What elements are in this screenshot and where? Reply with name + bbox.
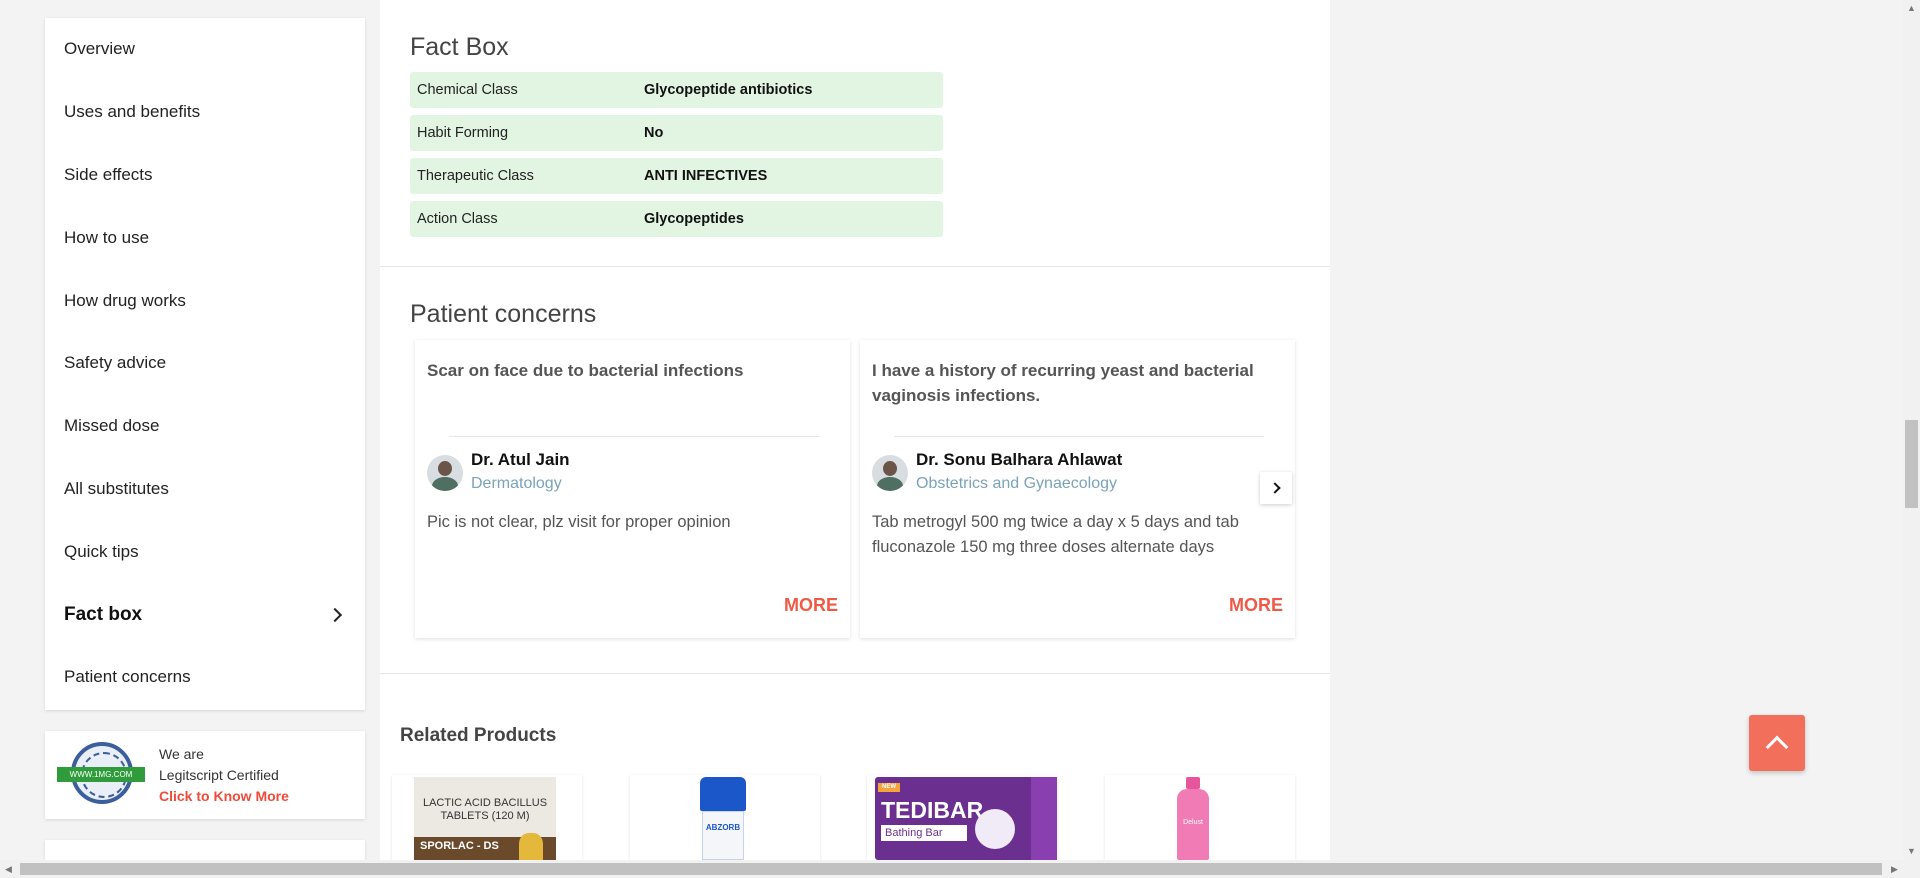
fact-row: Habit Forming No [410, 115, 943, 151]
fact-value: ANTI INFECTIVES [644, 168, 768, 184]
fact-key: Habit Forming [417, 125, 509, 141]
nav-item-label: Side effects [64, 164, 153, 184]
nav-item-label: Quick tips [64, 541, 139, 561]
vertical-scrollbar-thumb[interactable] [1905, 420, 1918, 508]
doctor-specialty: Dermatology [471, 475, 562, 492]
nav-item-how-to-use[interactable]: How to use [45, 206, 365, 269]
scroll-right-arrow-icon[interactable]: ▶ [1886, 861, 1903, 878]
doctor-avatar [427, 455, 463, 491]
legitscript-link[interactable]: Click to Know More [159, 786, 289, 807]
nav-item-all-substitutes[interactable]: All substitutes [45, 458, 365, 521]
product-label: LACTIC ACID BACILLUS TABLETS (120 M) [422, 797, 548, 822]
nav-item-fact-box[interactable]: Fact box [45, 583, 365, 646]
more-link[interactable]: MORE [1229, 595, 1283, 616]
nav-item-overview[interactable]: Overview [45, 18, 365, 81]
more-link[interactable]: MORE [784, 595, 838, 616]
nav-item-label: How to use [64, 227, 150, 247]
doctor-answer: Pic is not clear, plz visit for proper o… [427, 513, 731, 531]
concern-card[interactable]: I have a history of recurring yeast and … [860, 340, 1295, 638]
product-card[interactable]: LACTIC ACID BACILLUS TABLETS (120 M) SPO… [392, 775, 582, 860]
scroll-left-arrow-icon[interactable]: ◀ [0, 861, 17, 878]
scroll-down-arrow-icon[interactable]: ▼ [1903, 843, 1920, 860]
product-card[interactable]: NEW TEDIBAR Bathing Bar [867, 775, 1057, 860]
legitscript-seal-icon: WWW.1MG.COM [57, 742, 145, 808]
new-badge: NEW [878, 783, 900, 792]
patient-concerns-title: Patient concerns [410, 300, 597, 328]
section-nav: Overview Uses and benefits Side effects … [45, 18, 365, 710]
nav-item-label: Uses and benefits [64, 102, 201, 122]
nav-item-label: How drug works [64, 290, 186, 310]
nav-item-missed-dose[interactable]: Missed dose [45, 395, 365, 458]
product-image: Delust [1173, 777, 1213, 860]
seal-text: WWW.1MG.COM [57, 767, 145, 782]
nav-item-patient-concerns[interactable]: Patient concerns [45, 646, 365, 709]
product-image: ABZORB [700, 777, 746, 860]
chevron-up-icon [1765, 735, 1789, 759]
nav-item-side-effects[interactable]: Side effects [45, 144, 365, 207]
concern-question: I have a history of recurring yeast and … [872, 361, 1254, 405]
doctor-avatar [872, 455, 908, 491]
nav-item-label: Fact box [64, 603, 143, 625]
fact-box-title: Fact Box [410, 33, 509, 61]
chevron-right-icon [1268, 482, 1281, 494]
concern-card[interactable]: Scar on face due to bacterial infections… [415, 340, 850, 638]
card-divider [449, 436, 819, 437]
card-divider [894, 436, 1264, 437]
concern-question: Scar on face due to bacterial infections [427, 361, 744, 380]
product-brand: SPORLAC - DS [420, 840, 499, 852]
carousel-next-button[interactable] [1260, 472, 1292, 504]
nav-item-label: Overview [64, 39, 135, 59]
back-to-top-button[interactable] [1749, 715, 1805, 771]
scroll-up-arrow-icon[interactable]: ▲ [1903, 0, 1920, 17]
product-card[interactable]: ABZORB [630, 775, 820, 860]
product-label: Delust [1183, 819, 1203, 826]
fact-row: Therapeutic Class ANTI INFECTIVES [410, 158, 943, 194]
legitscript-badge[interactable]: WWW.1MG.COM We are Legitscript Certified… [45, 731, 365, 819]
fact-value: Glycopeptides [644, 211, 744, 227]
related-products-title: Related Products [400, 725, 557, 746]
fact-value: Glycopeptide antibiotics [644, 82, 813, 98]
doctor-specialty: Obstetrics and Gynaecology [916, 475, 1117, 492]
fact-row: Chemical Class Glycopeptide antibiotics [410, 72, 943, 108]
legitscript-line2: Legitscript Certified [159, 766, 279, 783]
nav-item-quick-tips[interactable]: Quick tips [45, 520, 365, 583]
nav-item-label: Missed dose [64, 416, 160, 436]
section-divider [380, 266, 1330, 267]
nav-item-label: Patient concerns [64, 667, 191, 687]
horizontal-scrollbar-thumb[interactable] [20, 863, 1882, 875]
nav-item-label: Safety advice [64, 353, 167, 373]
fact-value: No [644, 125, 664, 141]
product-image: NEW TEDIBAR Bathing Bar [875, 777, 1057, 860]
chevron-right-icon [327, 607, 343, 622]
product-image: LACTIC ACID BACILLUS TABLETS (120 M) SPO… [414, 777, 556, 860]
product-label: ABZORB [705, 823, 741, 832]
nav-item-safety-advice[interactable]: Safety advice [45, 332, 365, 395]
section-divider [380, 673, 1330, 674]
legitscript-text: We are Legitscript Certified Click to Kn… [159, 744, 289, 807]
fact-key: Therapeutic Class [417, 168, 534, 184]
product-label: TEDIBAR [881, 797, 984, 823]
nav-item-label: All substitutes [64, 478, 169, 498]
doctor-name: Dr. Sonu Balhara Ahlawat [916, 450, 1123, 469]
legitscript-line1: We are [159, 745, 204, 762]
product-sub: Bathing Bar [881, 825, 967, 841]
nav-item-how-drug-works[interactable]: How drug works [45, 269, 365, 332]
main-content: Fact Box Chemical Class Glycopeptide ant… [380, 0, 1330, 860]
doctor-name: Dr. Atul Jain [471, 450, 570, 469]
fact-key: Action Class [417, 211, 498, 227]
fact-key: Chemical Class [417, 82, 518, 98]
fact-row: Action Class Glycopeptides [410, 201, 943, 237]
doctor-answer: Tab metrogyl 500 mg twice a day x 5 days… [872, 513, 1239, 556]
product-card[interactable]: Delust [1105, 775, 1295, 860]
sidebar-panel [45, 840, 365, 860]
nav-item-uses-and-benefits[interactable]: Uses and benefits [45, 81, 365, 144]
